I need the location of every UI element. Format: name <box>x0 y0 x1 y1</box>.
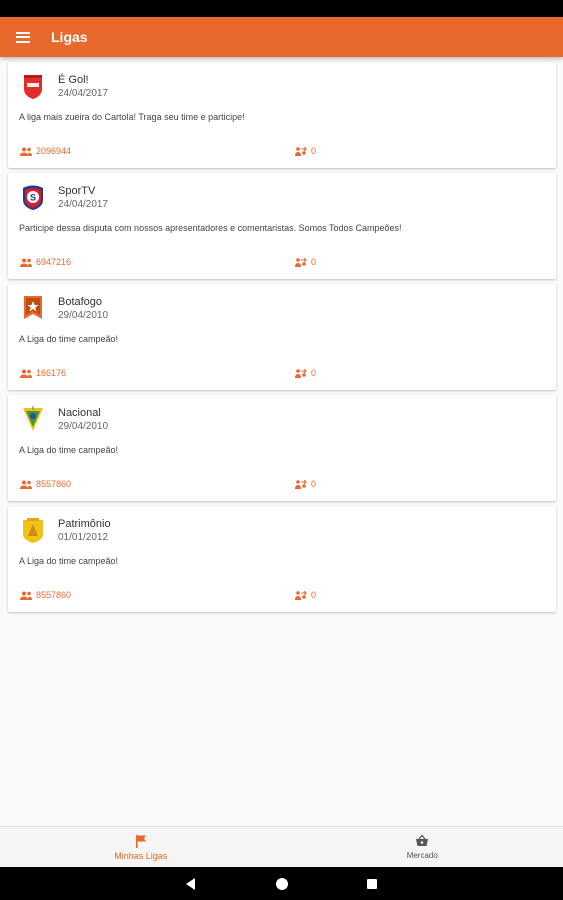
teams-count: 0 <box>295 590 316 600</box>
league-card[interactable]: Nacional 29/04/2010 A Liga do time campe… <box>8 395 556 501</box>
team-swap-icon <box>295 479 307 489</box>
patrimonio-crest-icon <box>21 516 45 544</box>
status-bar <box>0 0 563 17</box>
teams-value: 0 <box>311 257 317 267</box>
members-count: 8557860 <box>20 479 71 489</box>
nav-mercado[interactable]: Mercado <box>282 827 563 867</box>
members-count: 8557860 <box>20 590 71 600</box>
people-icon <box>20 480 32 489</box>
team-swap-icon <box>295 590 307 600</box>
league-name: É Gol! <box>58 74 89 86</box>
teams-value: 0 <box>311 146 317 156</box>
people-icon <box>20 369 32 378</box>
teams-value: 0 <box>311 590 317 600</box>
league-date: 29/04/2010 <box>58 421 109 432</box>
people-icon <box>20 147 32 156</box>
home-icon[interactable] <box>276 878 288 890</box>
teams-value: 0 <box>311 368 317 378</box>
team-swap-icon <box>295 257 307 267</box>
members-value: 166176 <box>36 368 67 378</box>
team-swap-icon <box>295 368 307 378</box>
flag-icon <box>135 834 146 848</box>
league-name: Botafogo <box>58 296 103 308</box>
team-swap-icon <box>295 146 307 156</box>
nacional-crest-icon <box>21 405 45 433</box>
league-date: 24/04/2017 <box>58 88 109 99</box>
teams-value: 0 <box>311 479 317 489</box>
members-value: 6947216 <box>36 257 72 267</box>
basket-icon <box>416 834 429 846</box>
recents-icon[interactable] <box>367 879 377 889</box>
egol-crest-icon <box>21 72 45 100</box>
teams-count: 0 <box>295 257 316 267</box>
league-list: É Gol! 24/04/2017 A liga mais zueira do … <box>8 62 556 617</box>
sportv-crest-icon: S <box>21 183 45 211</box>
nav-label: Minhas Ligas <box>114 850 168 861</box>
bottom-navigation: Minhas Ligas Mercado <box>0 826 563 867</box>
teams-count: 0 <box>295 479 316 489</box>
league-description: A Liga do time campeão! <box>19 334 119 344</box>
league-name: Patrimônio <box>58 518 111 530</box>
league-card[interactable]: Patrimônio 01/01/2012 A Liga do time cam… <box>8 506 556 612</box>
members-count: 2096944 <box>20 146 71 156</box>
members-value: 2096944 <box>36 146 72 156</box>
league-description: A liga mais zueira do Cartola! Traga seu… <box>19 112 245 122</box>
league-description: A Liga do time campeão! <box>19 556 119 566</box>
hamburger-menu-icon[interactable] <box>16 31 30 43</box>
teams-count: 0 <box>295 368 316 378</box>
league-name: SporTV <box>58 185 96 197</box>
system-navigation-bar <box>0 867 563 900</box>
league-card[interactable]: É Gol! 24/04/2017 A liga mais zueira do … <box>8 62 556 168</box>
people-icon <box>20 258 32 267</box>
league-card[interactable]: Botafogo 29/04/2010 A Liga do time campe… <box>8 284 556 390</box>
botafogo-crest-icon <box>21 294 45 322</box>
app-title: Ligas <box>51 29 88 45</box>
league-description: A Liga do time campeão! <box>19 445 119 455</box>
app-bar: Ligas <box>0 17 563 57</box>
league-name: Nacional <box>58 407 101 419</box>
teams-count: 0 <box>295 146 316 156</box>
members-count: 166176 <box>20 368 66 378</box>
league-description: Participe dessa disputa com nossos apres… <box>19 223 402 233</box>
members-count: 6947216 <box>20 257 71 267</box>
league-card[interactable]: S SporTV 24/04/2017 Participe dessa disp… <box>8 173 556 279</box>
back-icon[interactable] <box>186 878 195 890</box>
people-icon <box>20 591 32 600</box>
members-value: 8557860 <box>36 590 72 600</box>
league-date: 29/04/2010 <box>58 310 109 321</box>
league-date: 24/04/2017 <box>58 199 109 210</box>
members-value: 8557860 <box>36 479 72 489</box>
league-date: 01/01/2012 <box>58 532 109 543</box>
svg-text:S: S <box>30 193 36 203</box>
nav-minhas-ligas[interactable]: Minhas Ligas <box>0 827 282 867</box>
nav-label: Mercado <box>406 851 438 860</box>
